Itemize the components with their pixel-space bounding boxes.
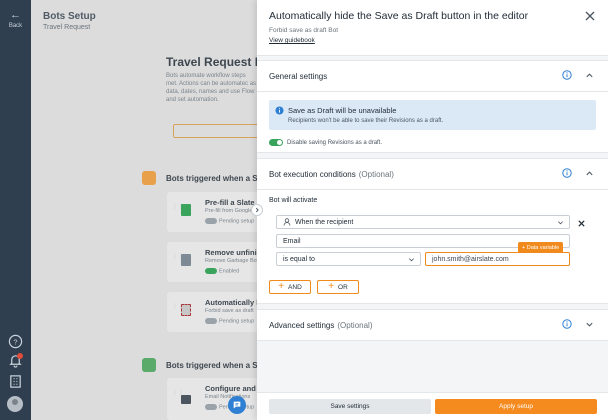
close-icon[interactable] (584, 10, 596, 22)
info-icon[interactable] (562, 319, 572, 329)
field-value: Email (283, 237, 301, 245)
and-label: AND (288, 283, 302, 291)
optional-label: (Optional) (358, 169, 394, 179)
bots-section-heading: Bots triggered when a Slate (142, 358, 271, 372)
section-title: Advanced settings (269, 320, 335, 330)
chevron-down-icon[interactable] (585, 320, 594, 329)
bot-card-status: Enabled (205, 268, 239, 274)
sheets-icon (181, 204, 191, 216)
document-icon (142, 358, 156, 372)
bots-section-heading: Bots triggered when a Slate (142, 171, 271, 185)
trigger-select[interactable]: When the recipient (276, 215, 570, 229)
drag-handle-icon[interactable]: ⋮⋮ (172, 390, 184, 402)
chevron-down-icon (557, 219, 564, 226)
info-icon[interactable] (562, 70, 572, 80)
toggle-label: Disable saving Revisions as a draft. (287, 139, 383, 146)
page-title: Bots Setup (43, 11, 96, 22)
bot-card-status: Pending setup (205, 218, 254, 224)
trigger-value: When the recipient (295, 218, 354, 226)
flow-heading: Travel Request Bo (166, 55, 271, 69)
add-bot-button[interactable] (173, 124, 261, 138)
disable-draft-toggle[interactable] (269, 139, 283, 146)
general-settings-section: General settings Save as Draft will be u… (257, 60, 608, 153)
plus-icon: + (328, 281, 335, 292)
guidebook-link[interactable]: View guidebook (269, 37, 315, 44)
bot-card[interactable]: ⋮⋮ Configure and Email Notifications Pen… (167, 378, 259, 420)
remove-condition-icon[interactable] (577, 219, 586, 228)
svg-text:?: ? (13, 337, 17, 346)
general-settings-header[interactable]: General settings (269, 61, 596, 91)
flow-description: Bots automate workflow steps met. Action… (166, 73, 257, 103)
bell-icon[interactable] (8, 353, 23, 368)
bot-card-title: Automatically h (205, 298, 261, 307)
chat-icon (233, 401, 241, 409)
bot-card[interactable]: ⋮⋮ Remove unfinis Remove Garbage Bot Ena… (167, 242, 261, 282)
garbage-bot-icon (181, 254, 191, 266)
bot-will-activate-label: Bot will activate (269, 197, 318, 204)
operator-select[interactable]: is equal to (276, 252, 421, 266)
bot-card[interactable]: ⋮⋮ Pre-fill a Slate Pre-fill from Google… (167, 192, 259, 232)
panel-header: Automatically hide the Save as Draft but… (257, 0, 608, 56)
bot-settings-panel: Automatically hide the Save as Draft but… (257, 0, 608, 420)
drag-handle-icon[interactable]: ⋮⋮ (172, 254, 184, 266)
bot-card-status: Pending setup (205, 318, 254, 324)
add-or-condition-button[interactable]: + OR (317, 280, 359, 294)
disable-draft-toggle-row: Disable saving Revisions as a draft. (269, 139, 382, 146)
info-icon[interactable] (562, 168, 572, 178)
chevron-right-icon (255, 207, 259, 213)
bot-card-title: Remove unfinis (205, 248, 261, 257)
page-subtitle: Travel Request (43, 24, 91, 31)
panel-footer: Save settings Apply setup (257, 392, 608, 420)
operator-value: is equal to (283, 255, 315, 263)
divider (257, 189, 608, 190)
chevron-up-icon[interactable] (585, 169, 594, 178)
drag-handle-icon[interactable]: ⋮⋮ (172, 204, 184, 216)
panel-title: Automatically hide the Save as Draft but… (269, 10, 529, 22)
user-icon (283, 218, 291, 226)
chevron-up-icon[interactable] (585, 71, 594, 80)
back-label: Back (8, 23, 23, 29)
alert-body: Recipients won't be able to save their R… (288, 118, 444, 124)
building-icon[interactable] (8, 374, 23, 389)
notification-badge (17, 353, 23, 359)
section-title: General settings (269, 71, 328, 81)
save-settings-button[interactable]: Save settings (269, 399, 431, 414)
left-rail: ← Back ? (0, 0, 31, 420)
plus-icon: + (278, 281, 285, 292)
compare-value-input[interactable]: john.smith@airslate.com (425, 252, 570, 266)
execution-conditions-header[interactable]: Bot execution conditions (Optional) (269, 159, 596, 189)
compare-value: john.smith@airslate.com (432, 255, 509, 263)
collapse-panel-button[interactable] (251, 204, 263, 216)
draft-bot-icon (181, 304, 191, 316)
chat-button[interactable] (228, 396, 246, 414)
bot-card-subtitle: Pre-fill from Google (205, 208, 253, 214)
chevron-down-icon (408, 256, 415, 263)
or-label: OR (338, 283, 348, 291)
panel-subtitle: Forbid save as draft Bot (269, 27, 339, 34)
info-icon (275, 106, 284, 115)
envelope-icon (181, 395, 191, 404)
add-and-condition-button[interactable]: + AND (269, 280, 311, 294)
info-alert: Save as Draft will be unavailable Recipi… (269, 100, 596, 130)
alert-title: Save as Draft will be unavailable (288, 106, 397, 115)
bot-card-subtitle: Forbid save as draft (205, 308, 254, 314)
advanced-settings-section: Advanced settings (Optional) (257, 309, 608, 341)
divider (257, 91, 608, 92)
advanced-settings-header[interactable]: Advanced settings (Optional) (269, 310, 596, 340)
arrow-left-icon: ← (10, 9, 21, 21)
help-icon[interactable]: ? (8, 334, 23, 349)
section-title: Bot execution conditions (269, 169, 356, 179)
execution-conditions-section: Bot execution conditions (Optional) Bot … (257, 158, 608, 304)
drag-handle-icon[interactable]: ⋮⋮ (172, 304, 184, 316)
back-button[interactable]: ← Back (0, 9, 31, 30)
bot-card-title: Configure and (205, 384, 256, 393)
bot-card[interactable]: ⋮⋮ Automatically h Forbid save as draft … (167, 292, 261, 332)
bot-card-subtitle: Remove Garbage Bot (205, 258, 259, 264)
avatar[interactable] (7, 396, 23, 412)
bot-card-title: Pre-fill a Slate (205, 198, 255, 207)
document-icon (142, 171, 156, 185)
optional-label: (Optional) (337, 320, 373, 330)
apply-setup-button[interactable]: Apply setup (435, 399, 597, 414)
